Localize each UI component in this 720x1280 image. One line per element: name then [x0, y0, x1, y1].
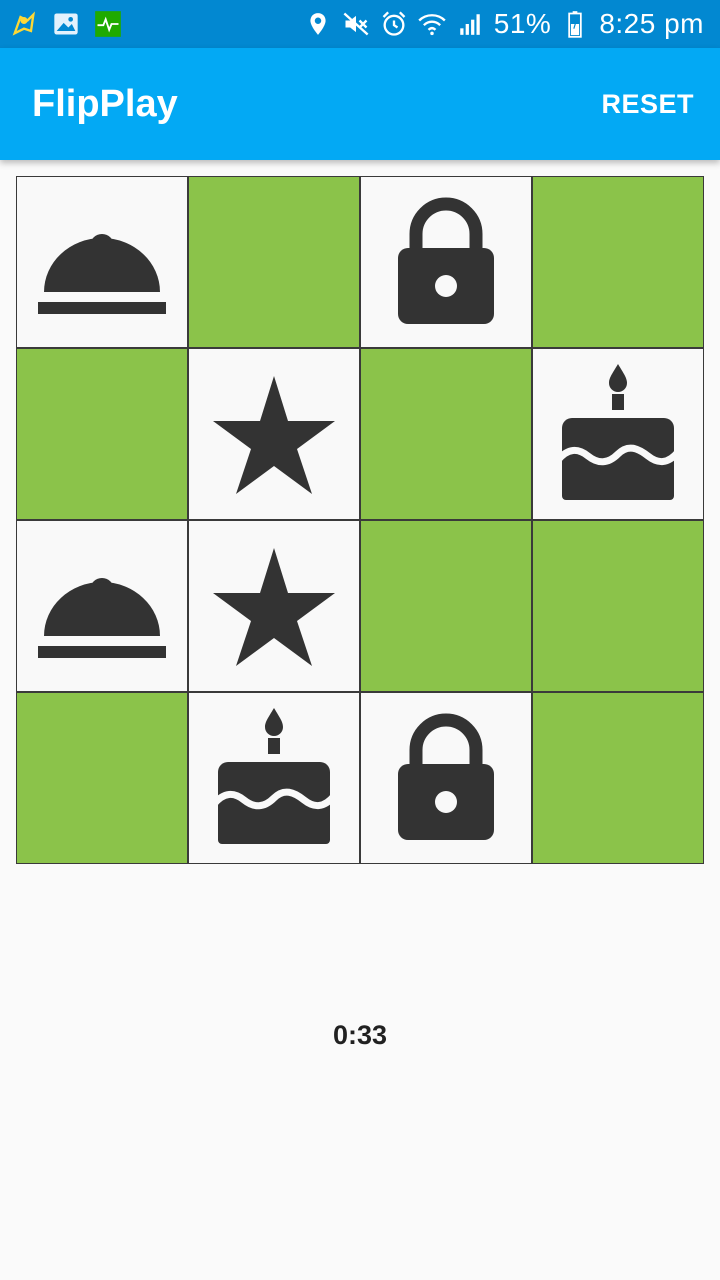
signal-icon: [456, 10, 484, 38]
cake-icon: [204, 708, 344, 848]
food-cloche-icon: [32, 536, 172, 676]
tile-6[interactable]: [188, 348, 360, 520]
tile-13[interactable]: [16, 692, 188, 864]
mute-icon: [342, 10, 370, 38]
food-cloche-icon: [32, 192, 172, 332]
gallery-icon: [52, 10, 80, 38]
tile-2[interactable]: [188, 176, 360, 348]
tile-16[interactable]: [532, 692, 704, 864]
health-icon: [94, 10, 122, 38]
tile-15[interactable]: [360, 692, 532, 864]
location-icon: [304, 10, 332, 38]
tile-9[interactable]: [16, 520, 188, 692]
tile-8[interactable]: [532, 348, 704, 520]
tile-3[interactable]: [360, 176, 532, 348]
app-title: FlipPlay: [32, 82, 178, 125]
app-bar: FlipPlay RESET: [0, 48, 720, 160]
tile-10[interactable]: [188, 520, 360, 692]
maps-icon: [10, 10, 38, 38]
battery-percent: 51%: [493, 8, 552, 39]
game-board: [16, 176, 704, 864]
tile-11[interactable]: [360, 520, 532, 692]
lock-icon: [376, 708, 516, 848]
clock: 8:25 pm: [599, 8, 704, 39]
tile-1[interactable]: [16, 176, 188, 348]
timer: 0:33: [332, 1020, 388, 1050]
cake-icon: [548, 364, 688, 504]
star-icon: [204, 536, 344, 676]
alarm-icon: [380, 10, 408, 38]
tile-4[interactable]: [532, 176, 704, 348]
status-bar: 51% 8:25 pm: [0, 0, 720, 48]
lock-icon: [376, 192, 516, 332]
star-icon: [204, 364, 344, 504]
tile-12[interactable]: [532, 520, 704, 692]
wifi-icon: [418, 10, 446, 38]
battery-icon: [561, 10, 589, 38]
tile-14[interactable]: [188, 692, 360, 864]
reset-button[interactable]: RESET: [601, 89, 720, 120]
tile-7[interactable]: [360, 348, 532, 520]
tile-5[interactable]: [16, 348, 188, 520]
